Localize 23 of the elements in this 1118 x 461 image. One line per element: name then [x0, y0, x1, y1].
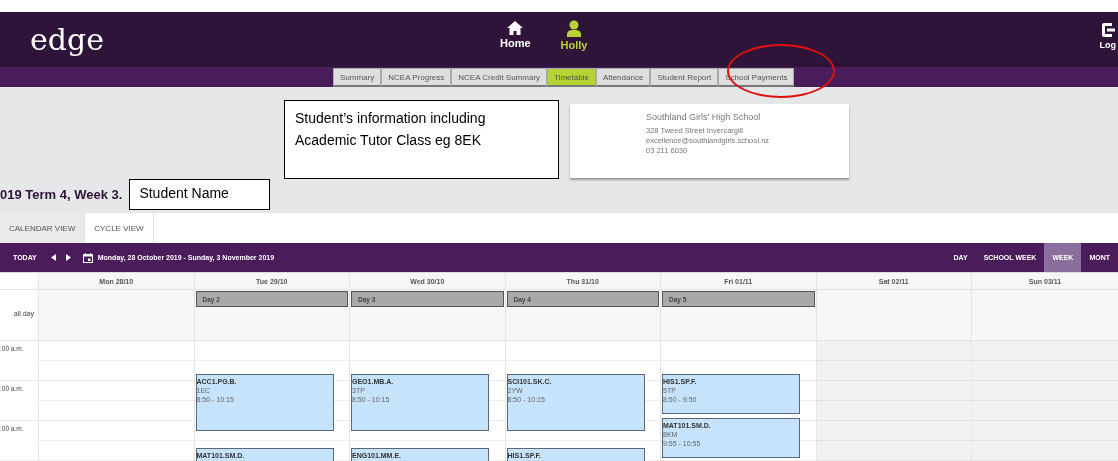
next-button[interactable]: [65, 254, 71, 261]
nav-tab[interactable]: Attendance: [595, 68, 651, 87]
previous-button[interactable]: [50, 254, 56, 261]
home-icon: [506, 20, 525, 35]
annotation-note: Student’s information including Academic Tutor Class eg 8EK: [284, 100, 559, 179]
annotation-note: Student Name: [129, 179, 271, 210]
nav-link[interactable]: Holly: [560, 20, 588, 51]
calendar-icon[interactable]: [82, 252, 93, 263]
logo: edge: [30, 24, 104, 55]
logout-button[interactable]: Log: [1099, 22, 1116, 50]
view-tab[interactable]: CALENDAR VIEW: [0, 213, 86, 243]
nav-tab[interactable]: Timetable: [547, 68, 596, 87]
user-icon: [567, 20, 581, 37]
nav-link[interactable]: Home: [500, 20, 531, 51]
nav-tab[interactable]: NCEA Progress: [381, 68, 452, 87]
school-name: Southland Girls' High School: [646, 112, 762, 122]
nav-tab[interactable]: Student Report: [650, 68, 719, 87]
term-title: 019 Term 4, Week 3.: [0, 187, 123, 202]
caret-left-icon: [50, 254, 56, 261]
logout-icon: [1100, 22, 1115, 38]
caret-right-icon: [65, 254, 71, 261]
nav-tab[interactable]: Summary: [333, 68, 382, 87]
nav-tab[interactable]: NCEA Credit Summary: [451, 68, 548, 87]
